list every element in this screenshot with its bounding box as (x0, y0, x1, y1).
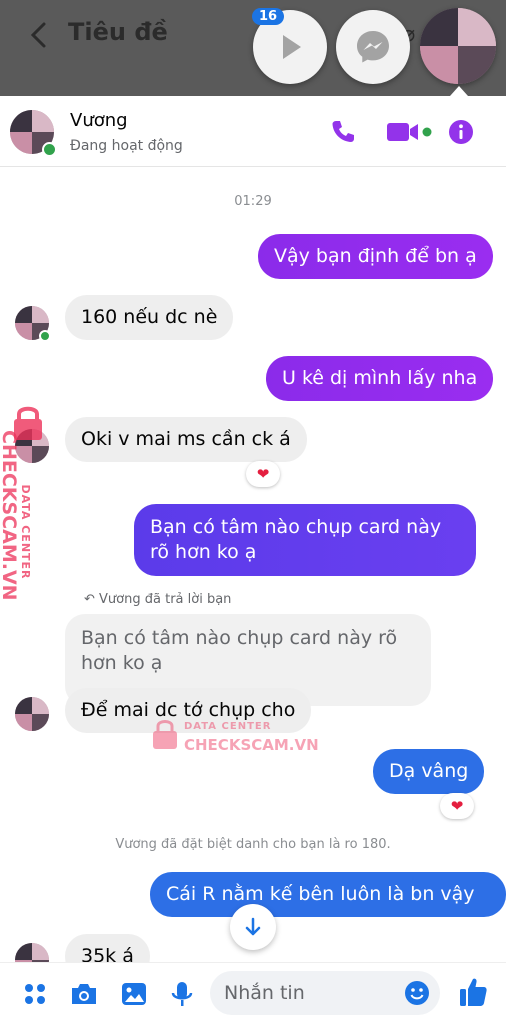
messenger-chat-head[interactable] (336, 10, 410, 84)
watermark-text-vertical: CHECKSCAM.VN (0, 430, 20, 601)
video-call-icon[interactable] (386, 121, 432, 143)
online-indicator (42, 142, 57, 157)
timestamp: 01:29 (234, 194, 272, 209)
image-icon[interactable] (120, 981, 148, 1007)
reply-label: ↶ Vương đã trả lời bạn (84, 592, 232, 607)
online-indicator (39, 330, 51, 342)
watermark-text: DATA CENTER (184, 721, 272, 732)
camera-icon[interactable] (69, 981, 99, 1007)
system-note: Vương đã đặt biệt danh cho bạn là ro 180… (115, 837, 391, 852)
heart-reaction-icon[interactable]: ❤ (246, 461, 280, 487)
heart-reaction-icon[interactable]: ❤ (440, 793, 474, 819)
chat-header: Vương Đang hoạt động (0, 96, 506, 167)
contact-name[interactable]: Vương (70, 110, 128, 131)
background-title: Tiêu đề (68, 18, 168, 46)
menu-grid-icon[interactable] (22, 981, 48, 1007)
arrow-down-icon (245, 917, 261, 936)
message-bubble-outgoing[interactable]: Dạ vâng (373, 749, 485, 794)
message-bubble-outgoing[interactable]: Cái R nằm kế bên luôn là bn vậy ạ (150, 872, 506, 950)
messenger-icon (357, 31, 389, 63)
unread-count-badge: 16 (252, 8, 285, 25)
message-bubble-incoming[interactable]: Oki v mai ms cần ck á (65, 417, 307, 462)
scroll-down-button[interactable] (230, 904, 276, 950)
message-bubble-outgoing[interactable]: U kê dị mình lấy nha (266, 356, 494, 401)
composer-bar: Nhắn tin (0, 962, 506, 1024)
microphone-icon[interactable] (171, 981, 193, 1009)
like-thumb-icon[interactable] (458, 976, 488, 1008)
info-icon[interactable] (448, 119, 474, 145)
back-arrow-icon[interactable] (28, 20, 52, 50)
chat-window: Vương Đang hoạt động 01:29 Vậy bạn định … (0, 96, 506, 1024)
contact-chat-head[interactable] (420, 8, 496, 84)
phone-icon[interactable] (330, 118, 356, 144)
reply-arrow-icon: ↶ (84, 592, 100, 607)
play-icon (283, 35, 301, 59)
contact-status: Đang hoạt động (70, 138, 183, 154)
chat-head-pointer (450, 86, 468, 96)
emoji-icon[interactable] (404, 980, 430, 1006)
avatar (15, 697, 49, 731)
message-bubble-outgoing[interactable]: Bạn có tâm nào chụp card này rõ hơn ko ạ (134, 504, 476, 576)
message-bubble-incoming[interactable]: 160 nếu dc nè (65, 295, 234, 340)
message-bubble-outgoing[interactable]: Vậy bạn định để bn ạ (258, 234, 493, 279)
watermark-text: CHECKSCAM.VN (184, 736, 319, 754)
watermark-lock-icon (150, 716, 180, 754)
